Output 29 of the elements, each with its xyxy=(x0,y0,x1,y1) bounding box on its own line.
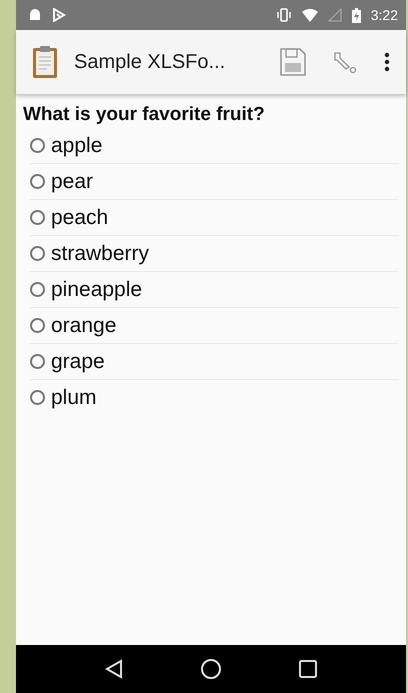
vibrate-icon xyxy=(276,8,292,22)
radio-option[interactable]: plum xyxy=(30,380,398,415)
radio-option[interactable]: pear xyxy=(30,164,398,200)
signal-icon xyxy=(328,8,342,22)
menu-icon xyxy=(384,52,390,72)
notification-icon xyxy=(52,8,66,22)
radio-option[interactable]: strawberry xyxy=(30,236,398,272)
wifi-icon xyxy=(302,8,318,22)
radio-button[interactable] xyxy=(30,354,45,369)
recents-icon xyxy=(299,660,318,678)
battery-icon xyxy=(352,8,361,22)
radio-button[interactable] xyxy=(30,282,45,297)
radio-option[interactable]: orange xyxy=(30,308,398,344)
radio-option[interactable]: apple xyxy=(30,128,398,164)
clipboard-icon xyxy=(32,45,58,79)
home-icon xyxy=(200,658,222,680)
radio-button[interactable] xyxy=(30,174,45,189)
clock-time: 3:22 xyxy=(370,7,398,23)
radio-option[interactable]: peach xyxy=(30,200,398,236)
app-title: Sample XLSFo... xyxy=(74,50,226,74)
radio-option[interactable]: grape xyxy=(30,344,398,380)
back-icon xyxy=(104,659,123,679)
radio-button[interactable] xyxy=(30,246,45,261)
question-label: What is your favorite fruit? xyxy=(23,104,266,126)
radio-button[interactable] xyxy=(30,210,45,225)
radio-button[interactable] xyxy=(30,390,45,405)
radio-option[interactable]: pineapple xyxy=(30,272,398,308)
radio-button[interactable] xyxy=(30,138,45,153)
radio-button[interactable] xyxy=(30,318,45,333)
